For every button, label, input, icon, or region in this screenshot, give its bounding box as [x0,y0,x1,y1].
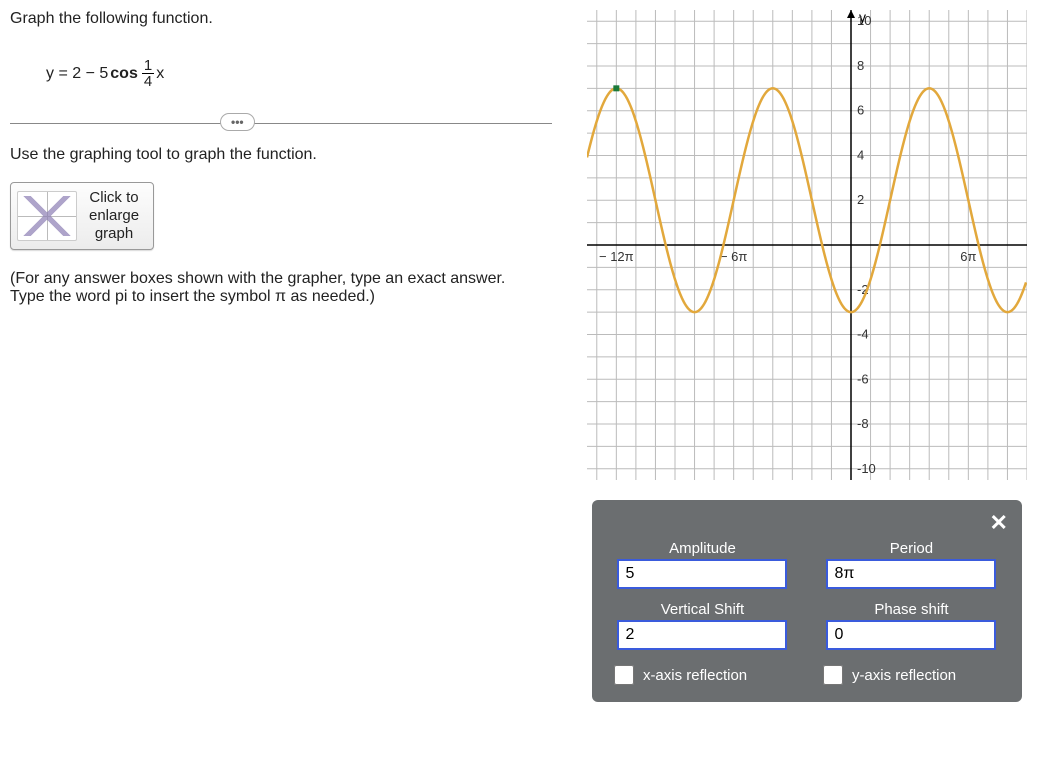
amplitude-label: Amplitude [669,540,736,557]
svg-text:10: 10 [857,13,871,28]
properties-panel: ✕ Amplitude Period Vertical Shift Phase … [592,500,1022,702]
graph-plot[interactable]: y108642-2-4-6-8-10− 12π− 6π6π [587,10,1027,480]
vertical-shift-input[interactable] [617,620,787,650]
enlarge-label: Click to enlarge graph [89,189,139,243]
equation-suffix: x [156,65,164,83]
svg-text:4: 4 [857,147,864,162]
fraction-top: 1 [142,58,154,74]
enlarge-label-line2: enlarge [89,207,139,225]
phase-shift-input[interactable] [826,620,996,650]
svg-text:2: 2 [857,192,864,207]
enlarge-label-line1: Click to [89,189,139,207]
enlarge-graph-button[interactable]: Click to enlarge graph [10,182,154,250]
equation: y = 2 − 5 cos 1 4 x [46,58,552,89]
fraction-bottom: 4 [142,74,154,89]
x-axis-reflection-checkbox[interactable] [614,665,634,685]
vertical-shift-label: Vertical Shift [661,601,744,618]
y-axis-reflection-label: y-axis reflection [852,667,956,684]
svg-text:6: 6 [857,103,864,118]
prompt-text: Graph the following function. [10,10,552,28]
more-dots-button[interactable]: ••• [220,113,255,131]
svg-text:− 6π: − 6π [720,249,747,264]
close-icon[interactable]: ✕ [990,510,1008,536]
instruction-text: Use the graphing tool to graph the funct… [10,146,552,164]
divider [10,123,552,124]
phase-shift-label: Phase shift [874,601,948,618]
note-text: (For any answer boxes shown with the gra… [10,270,510,306]
y-axis-reflection-checkbox[interactable] [823,665,843,685]
x-axis-reflection-label: x-axis reflection [643,667,747,684]
svg-text:-10: -10 [857,461,876,476]
period-label: Period [890,540,933,557]
amplitude-input[interactable] [617,559,787,589]
svg-text:6π: 6π [960,249,976,264]
svg-text:− 12π: − 12π [599,249,634,264]
equation-cos: cos [110,65,138,83]
equation-fraction: 1 4 [142,58,154,89]
enlarge-label-line3: graph [89,225,139,243]
svg-text:8: 8 [857,58,864,73]
svg-text:-8: -8 [857,416,869,431]
period-input[interactable] [826,559,996,589]
equation-prefix: y = 2 − 5 [46,65,108,83]
graph-thumbnail-icon [17,191,77,241]
svg-text:-4: -4 [857,327,869,342]
svg-text:-6: -6 [857,371,869,386]
